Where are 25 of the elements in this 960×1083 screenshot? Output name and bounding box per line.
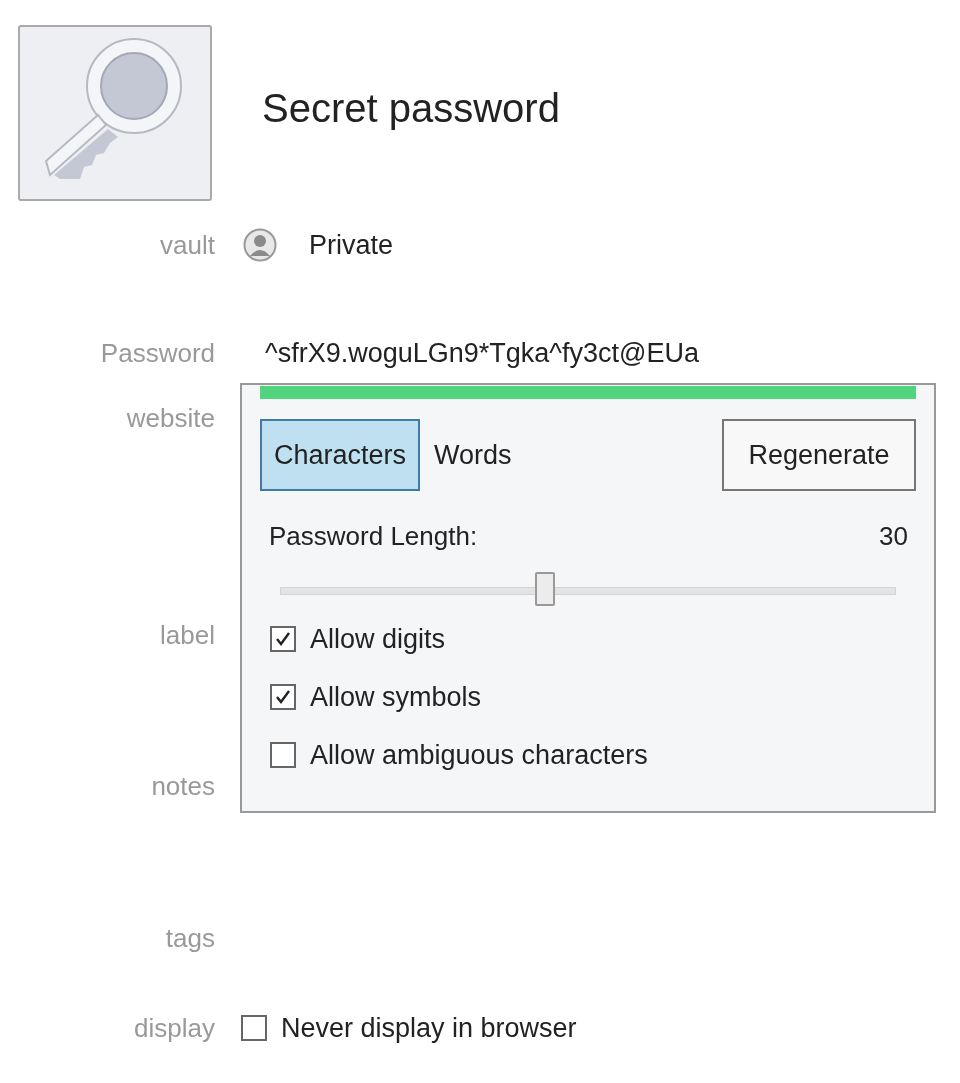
password-value[interactable]: ^sfrX9.woguLGn9*Tgka^fy3ct@EUa — [265, 337, 699, 369]
field-label: Password — [99, 337, 215, 369]
length-value: 30 — [879, 521, 908, 552]
slider-handle[interactable] — [534, 572, 555, 606]
regenerate-button[interactable]: Regenerate — [722, 419, 916, 491]
option-label: Allow digits — [310, 623, 446, 655]
person-icon — [243, 228, 277, 262]
mode-tab[interactable]: Characters — [260, 419, 421, 491]
length-label: Password Length: — [269, 521, 478, 552]
item-title: Secret password — [262, 85, 560, 131]
option-label: Allow ambiguous characters — [310, 739, 648, 771]
field-label: label — [159, 619, 215, 651]
option-label: Never display in browser — [281, 1012, 577, 1044]
field-label: tags — [164, 922, 215, 954]
checkbox[interactable] — [241, 1015, 267, 1041]
checkbox[interactable] — [270, 742, 296, 768]
field-label: notes — [150, 770, 215, 802]
checkbox[interactable] — [270, 684, 296, 710]
field-label: vault — [159, 229, 215, 261]
field-label: website — [125, 402, 215, 434]
checkbox[interactable] — [270, 626, 296, 652]
option-label: Allow symbols — [310, 681, 482, 713]
field-label: display — [133, 1012, 215, 1044]
mode-tab[interactable]: Words — [420, 419, 526, 491]
vault-name: Private — [309, 229, 394, 261]
